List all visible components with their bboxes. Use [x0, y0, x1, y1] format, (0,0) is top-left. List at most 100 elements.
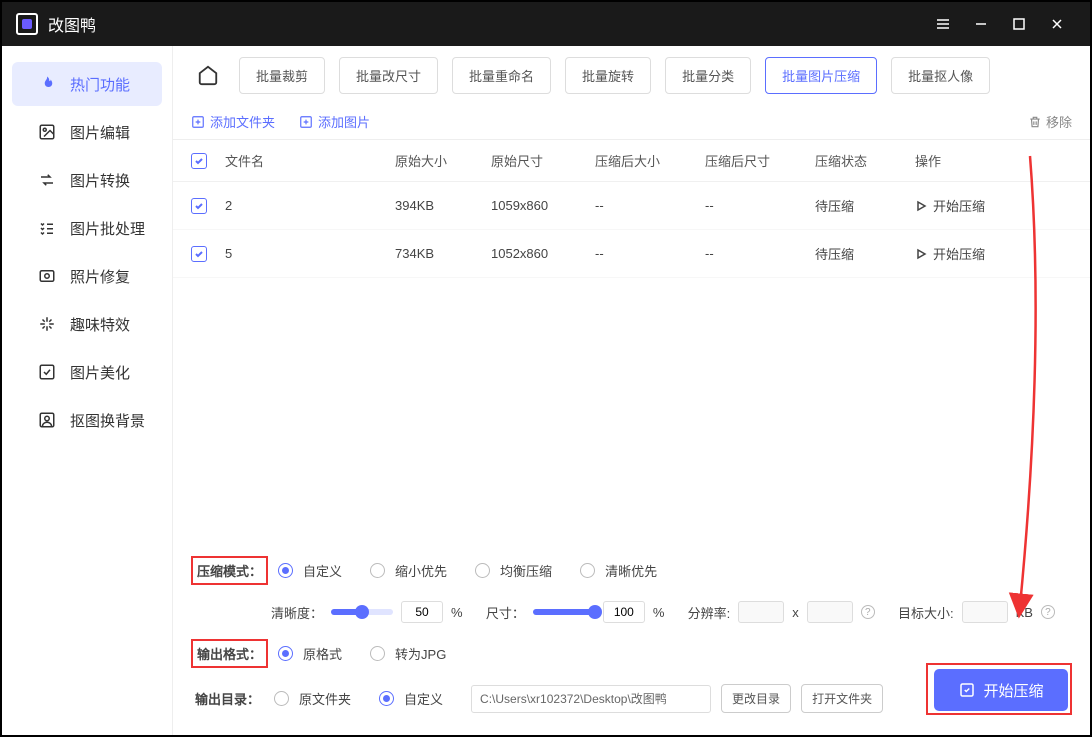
output-path-input[interactable]: [471, 685, 711, 713]
help-icon[interactable]: ?: [861, 605, 875, 619]
sidebar-label: 抠图换背景: [70, 410, 145, 431]
cell-size: 394KB: [395, 198, 491, 213]
sidebar-item-edit[interactable]: 图片编辑: [12, 110, 162, 154]
menu-icon[interactable]: [924, 2, 962, 46]
table-row: 5 734KB 1052x860 -- -- 待压缩 开始压缩: [173, 230, 1090, 278]
output-custom[interactable]: 自定义: [379, 689, 443, 708]
tool-compress[interactable]: 批量图片压缩: [765, 57, 877, 94]
format-jpg[interactable]: 转为JPG: [370, 644, 446, 663]
tool-resize[interactable]: 批量改尺寸: [339, 57, 438, 94]
table-header: 文件名 原始大小 原始尺寸 压缩后大小 压缩后尺寸 压缩状态 操作: [173, 140, 1090, 182]
row-start-compress[interactable]: 开始压缩: [915, 196, 1072, 215]
cell-name: 5: [225, 246, 395, 261]
convert-icon: [36, 169, 58, 191]
sidebar-label: 图片编辑: [70, 122, 130, 143]
add-row: 添加文件夹 添加图片 移除: [173, 104, 1090, 140]
tool-cutout[interactable]: 批量抠人像: [891, 57, 990, 94]
change-dir-button[interactable]: 更改目录: [721, 684, 791, 713]
add-image-button[interactable]: 添加图片: [299, 112, 370, 131]
maximize-button[interactable]: [1000, 2, 1038, 46]
mode-custom[interactable]: 自定义: [278, 561, 342, 580]
dim-input[interactable]: [603, 601, 645, 623]
flame-icon: [36, 73, 58, 95]
cell-after-dim: --: [705, 198, 815, 213]
add-image-label: 添加图片: [318, 112, 370, 131]
mode-clarity[interactable]: 清晰优先: [580, 561, 657, 580]
sidebar-label: 图片转换: [70, 170, 130, 191]
cell-dim: 1052x860: [491, 246, 595, 261]
sidebar-item-cutout[interactable]: 抠图换背景: [12, 398, 162, 442]
clarity-label: 清晰度：: [271, 603, 323, 622]
dim-slider[interactable]: [533, 609, 595, 615]
tool-rotate[interactable]: 批量旋转: [565, 57, 651, 94]
format-label: 输出格式：: [191, 639, 268, 668]
output-original[interactable]: 原文件夹: [274, 689, 351, 708]
minimize-button[interactable]: [962, 2, 1000, 46]
sidebar-label: 图片美化: [70, 362, 130, 383]
th-size: 原始大小: [395, 151, 491, 170]
close-button[interactable]: [1038, 2, 1076, 46]
start-compress-button[interactable]: 开始压缩: [934, 669, 1068, 711]
th-action: 操作: [915, 151, 1072, 170]
row-checkbox[interactable]: [191, 198, 207, 214]
cell-name: 2: [225, 198, 395, 213]
tool-rename[interactable]: 批量重命名: [452, 57, 551, 94]
beautify-icon: [36, 361, 58, 383]
select-all-checkbox[interactable]: [191, 153, 207, 169]
tool-crop[interactable]: 批量裁剪: [239, 57, 325, 94]
sidebar-item-convert[interactable]: 图片转换: [12, 158, 162, 202]
clarity-input[interactable]: [401, 601, 443, 623]
sidebar-item-batch[interactable]: 图片批处理: [12, 206, 162, 250]
row-action-label: 开始压缩: [933, 244, 985, 263]
home-button[interactable]: [191, 58, 225, 92]
sidebar-item-effects[interactable]: 趣味特效: [12, 302, 162, 346]
th-name: 文件名: [225, 151, 395, 170]
content: 批量裁剪 批量改尺寸 批量重命名 批量旋转 批量分类 批量图片压缩 批量抠人像 …: [172, 46, 1090, 735]
batch-icon: [36, 217, 58, 239]
mode-shrink[interactable]: 缩小优先: [370, 561, 447, 580]
th-status: 压缩状态: [815, 151, 915, 170]
th-after-dim: 压缩后尺寸: [705, 151, 815, 170]
cell-dim: 1059x860: [491, 198, 595, 213]
cell-status: 待压缩: [815, 244, 915, 263]
remove-button[interactable]: 移除: [1028, 112, 1072, 131]
res-label: 分辨率:: [688, 603, 731, 622]
sidebar-item-repair[interactable]: 照片修复: [12, 254, 162, 298]
mode-balance[interactable]: 均衡压缩: [475, 561, 552, 580]
sidebar-label: 图片批处理: [70, 218, 145, 239]
sidebar: 热门功能 图片编辑 图片转换 图片批处理 照片修复 趣味特效 图片美化 抠图换: [2, 46, 172, 735]
row-checkbox[interactable]: [191, 246, 207, 262]
help-icon[interactable]: ?: [1041, 605, 1055, 619]
sidebar-label: 热门功能: [70, 74, 130, 95]
add-folder-label: 添加文件夹: [210, 112, 275, 131]
cell-after-size: --: [595, 246, 705, 261]
sidebar-item-beautify[interactable]: 图片美化: [12, 350, 162, 394]
add-folder-button[interactable]: 添加文件夹: [191, 112, 275, 131]
titlebar: 改图鸭: [2, 2, 1090, 46]
open-dir-button[interactable]: 打开文件夹: [801, 684, 883, 713]
mode-label: 压缩模式：: [191, 556, 268, 585]
app-title: 改图鸭: [48, 12, 96, 36]
format-original[interactable]: 原格式: [278, 644, 342, 663]
output-label: 输出目录：: [191, 686, 264, 711]
row-action-label: 开始压缩: [933, 196, 985, 215]
app-logo-icon: [16, 13, 38, 35]
clarity-slider[interactable]: [331, 609, 393, 615]
sidebar-label: 照片修复: [70, 266, 130, 287]
row-start-compress[interactable]: 开始压缩: [915, 244, 1072, 263]
target-label: 目标大小:: [898, 603, 954, 622]
cell-after-dim: --: [705, 246, 815, 261]
sidebar-label: 趣味特效: [70, 314, 130, 335]
th-after-size: 压缩后大小: [595, 151, 705, 170]
target-size-input[interactable]: [962, 601, 1008, 623]
res-h-input[interactable]: [807, 601, 853, 623]
cell-status: 待压缩: [815, 196, 915, 215]
res-w-input[interactable]: [738, 601, 784, 623]
sidebar-item-hot[interactable]: 热门功能: [12, 62, 162, 106]
sparkle-icon: [36, 313, 58, 335]
start-label: 开始压缩: [983, 680, 1043, 701]
bottom-panel: 压缩模式： 自定义 缩小优先 均衡压缩 清晰优先 清晰度： % 尺寸： % 分辨…: [173, 538, 1090, 735]
cell-size: 734KB: [395, 246, 491, 261]
tool-classify[interactable]: 批量分类: [665, 57, 751, 94]
th-dim: 原始尺寸: [491, 151, 595, 170]
